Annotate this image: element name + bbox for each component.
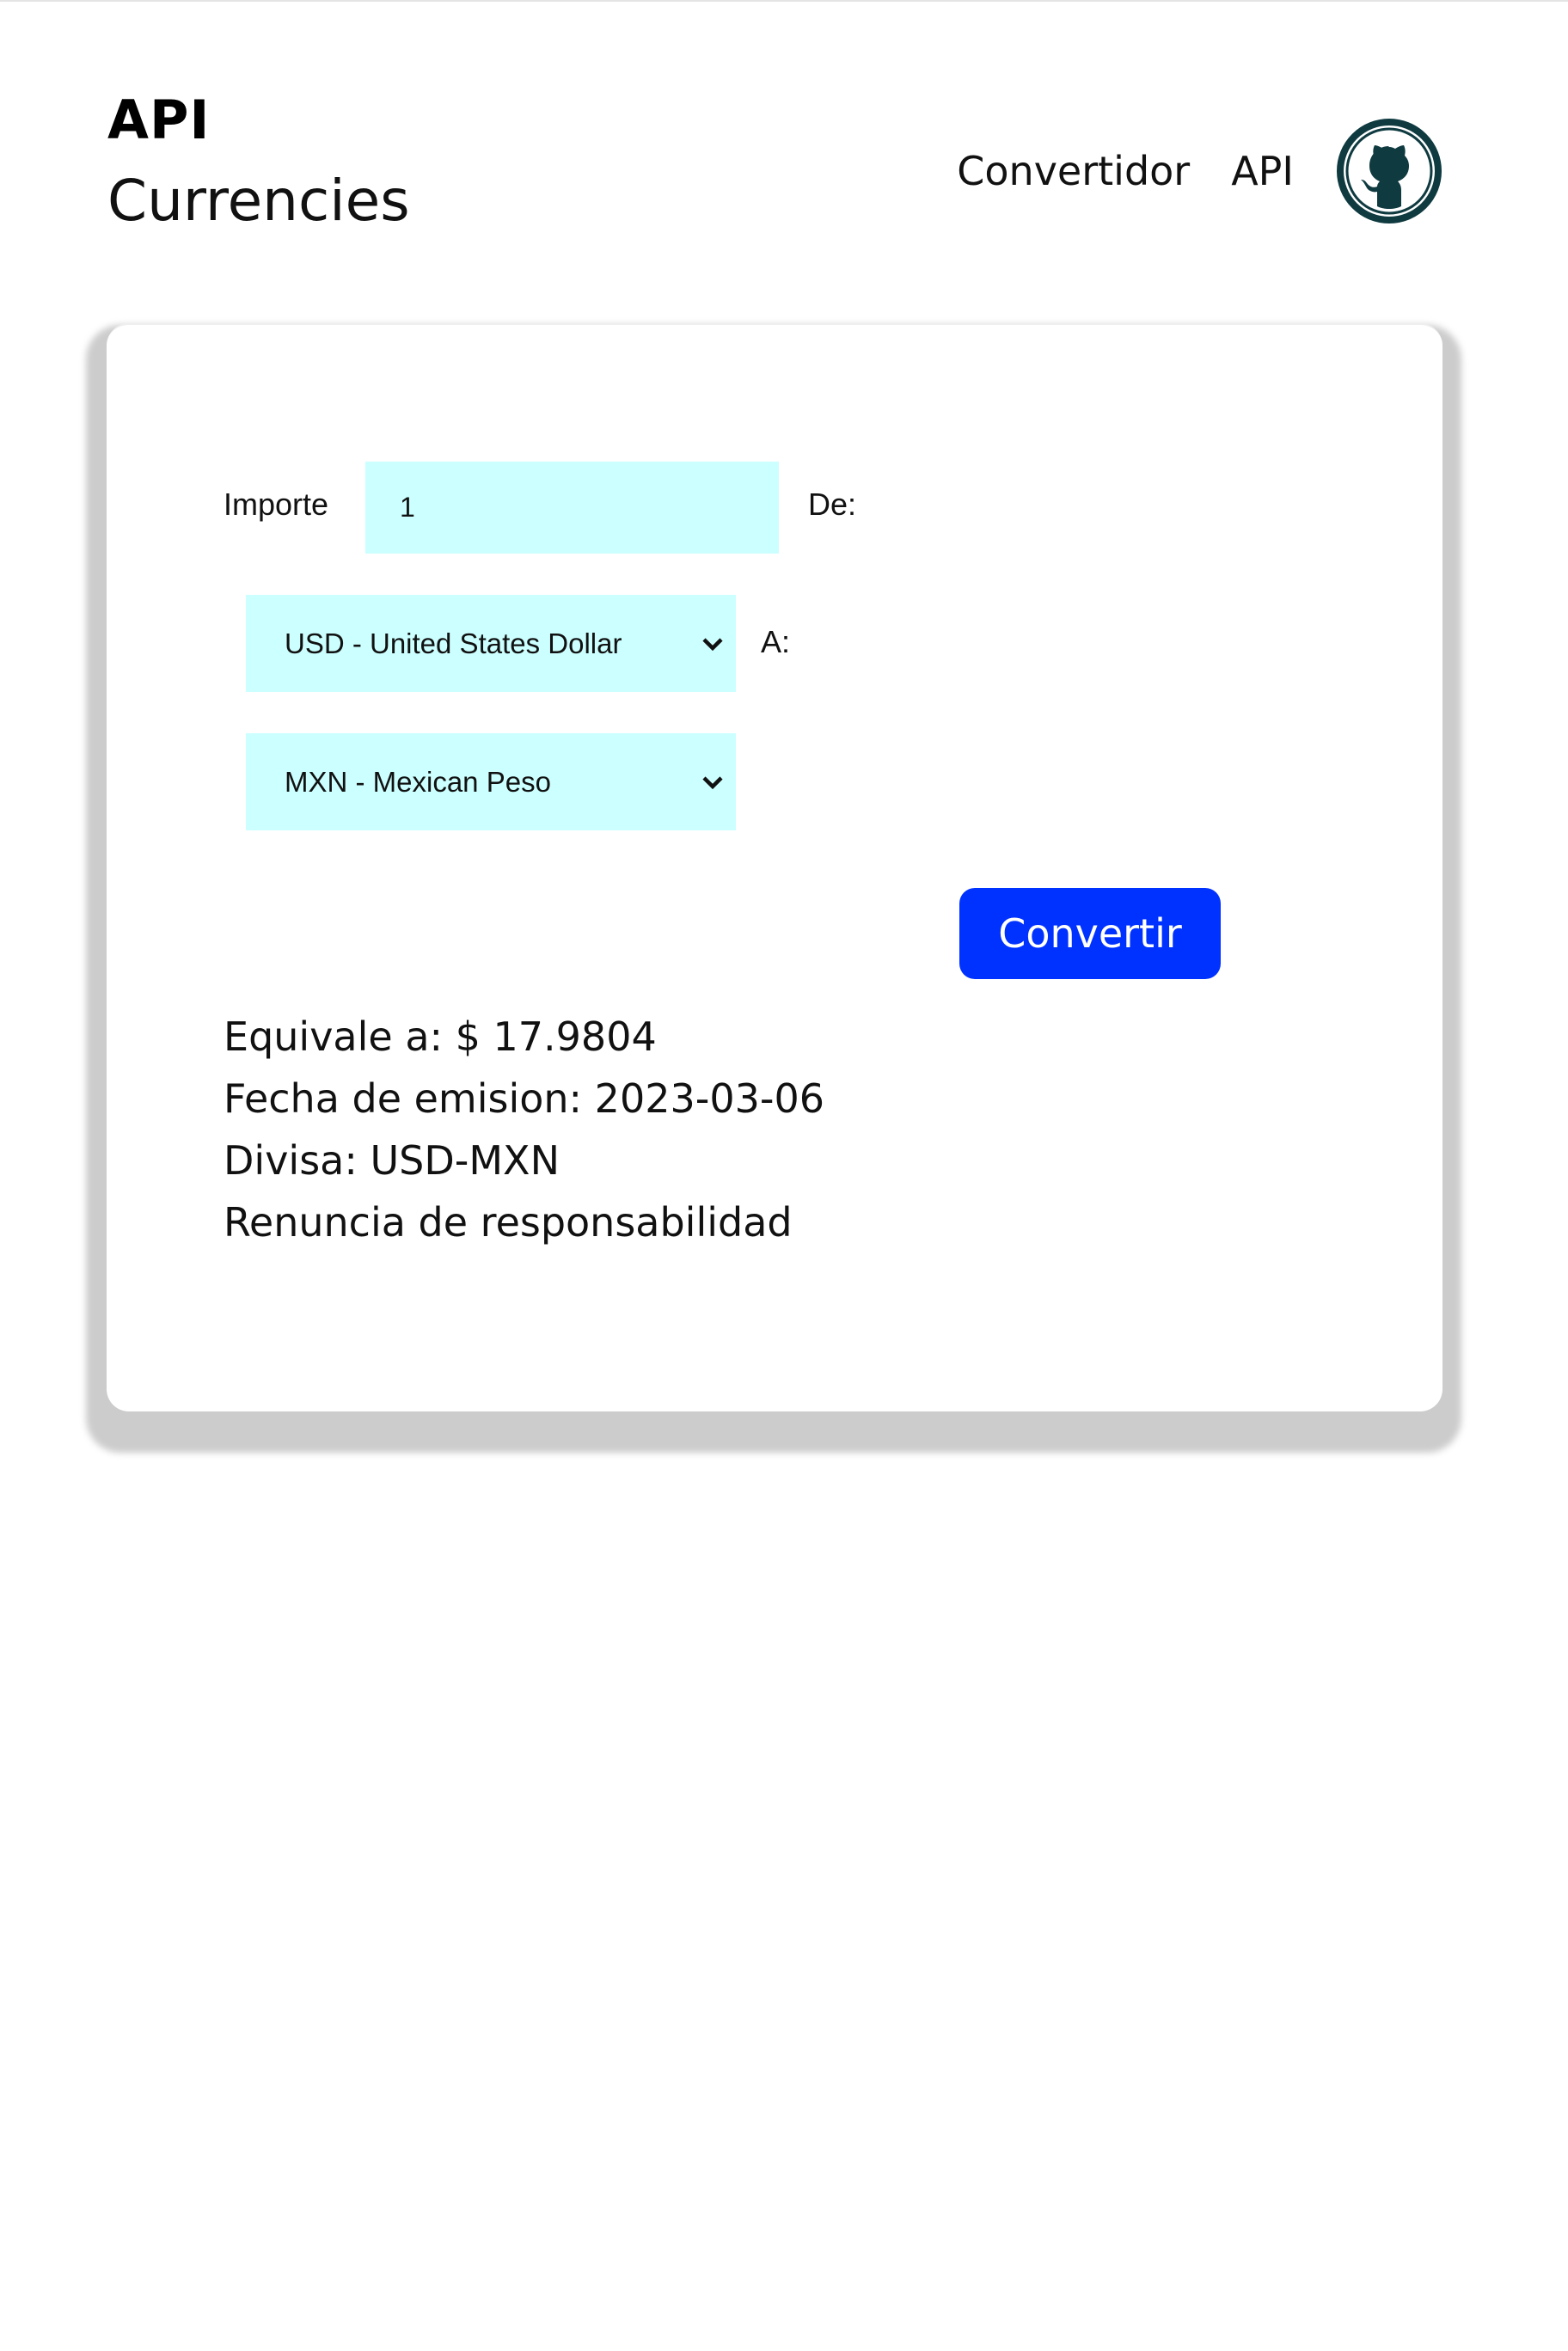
nav-link-convertidor[interactable]: Convertidor bbox=[957, 117, 1190, 225]
brand-subtitle: Currencies bbox=[107, 168, 410, 234]
main-nav: Convertidor API bbox=[957, 117, 1443, 225]
github-icon bbox=[1337, 119, 1442, 223]
brand-logo[interactable]: API Currencies bbox=[107, 86, 410, 244]
issue-date: Fecha de emision: 2023-03-06 bbox=[224, 1075, 825, 1122]
to-label: A: bbox=[761, 624, 791, 659]
amount-input[interactable] bbox=[365, 462, 779, 554]
from-label: De: bbox=[808, 487, 857, 522]
disclaimer-link[interactable]: Renuncia de responsabilidad bbox=[224, 1191, 824, 1253]
top-divider bbox=[0, 0, 1568, 2]
chevron-down-icon bbox=[702, 637, 723, 651]
brand-title: API bbox=[107, 89, 211, 151]
amount-label: Importe bbox=[224, 487, 329, 522]
nav-link-api[interactable]: API bbox=[1231, 117, 1294, 225]
conversion-result: Equivale a: $ 17.9804 Fecha de emision: … bbox=[224, 1006, 824, 1253]
chevron-down-icon bbox=[702, 775, 723, 789]
currency-pair: Divisa: USD-MXN bbox=[224, 1137, 560, 1184]
convert-button[interactable]: Convertir bbox=[959, 888, 1221, 979]
to-currency-select[interactable]: MXN - Mexican Peso bbox=[246, 733, 736, 830]
from-currency-value: USD - United States Dollar bbox=[285, 627, 622, 659]
equivalent-amount: Equivale a: $ 17.9804 bbox=[224, 1013, 657, 1060]
from-currency-select[interactable]: USD - United States Dollar bbox=[246, 595, 736, 692]
github-link[interactable] bbox=[1335, 117, 1443, 225]
to-currency-value: MXN - Mexican Peso bbox=[285, 765, 551, 798]
